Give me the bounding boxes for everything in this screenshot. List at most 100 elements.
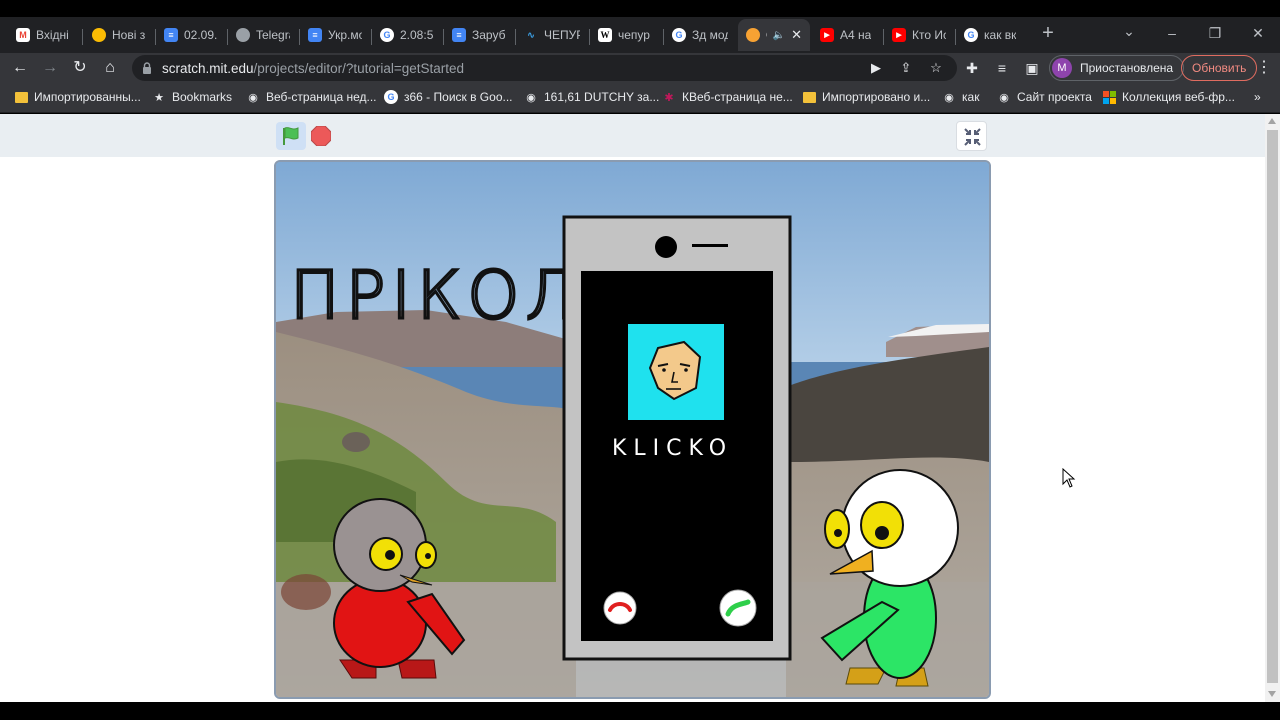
tab[interactable]: W чепур [590,21,662,49]
exit-fullscreen-button[interactable] [956,121,987,151]
tab-label: А4 на [840,28,872,42]
bookmark-item[interactable]: ★ Bookmarks [152,90,232,104]
docs-icon: ≡ [308,28,322,42]
forward-icon[interactable]: → [40,58,60,78]
bookmark-item[interactable]: ✱ КВеб-страница не... [662,90,792,104]
close-icon[interactable]: ✕ [791,27,802,43]
bookmark-label: 161,61 DUTCHY за... [544,90,660,104]
bookmark-label: Коллекция веб-фр... [1122,90,1235,104]
bookmark-item[interactable]: Коллекция веб-фр... [1102,90,1235,104]
browser-toolbar: ← → ↻ ⌂ scratch.mit.edu/projects/editor/… [0,53,1280,83]
tab-label: 2.08:55 [400,28,434,42]
address-bar[interactable]: scratch.mit.edu/projects/editor/?tutoria… [132,55,957,81]
back-icon[interactable]: ← [10,58,30,78]
globe-icon: ◉ [526,91,536,104]
bookmark-label: Импортированны... [34,90,141,104]
profile-button[interactable]: M Приостановлена [1049,55,1185,81]
tab[interactable]: G Зд мод [664,21,736,49]
bookmark-label: Bookmarks [172,90,233,104]
lock-icon[interactable] [142,62,152,74]
tab-label: Вхідні [36,28,69,42]
bookmark-item[interactable]: ◉ Сайт проекта [997,90,1092,104]
google-icon: G [964,28,978,42]
url-host: scratch.mit.edu [162,60,254,76]
menu-icon[interactable]: ⋮ [1254,58,1274,78]
tab-label: Telegra [256,28,290,42]
green-flag-icon [283,127,299,145]
mouse-cursor-icon [1062,468,1076,488]
profile-label: Приостановлена [1080,61,1174,75]
decline-call-button[interactable] [603,591,637,625]
scroll-up-icon[interactable] [1268,118,1276,124]
reload-icon[interactable]: ↻ [70,58,90,78]
tab-label: ЧЕПУР [544,28,580,42]
tab[interactable]: Telegra [228,21,298,49]
tab[interactable]: ≡ 02.09.2 [156,21,226,49]
tab[interactable]: ∿ ЧЕПУР [516,21,588,49]
tab-search-icon[interactable]: ⌄ [1119,23,1139,40]
tab[interactable]: ≡ Укр.мо [300,21,370,49]
tab-label: Зд мод [692,28,728,42]
bookmark-item[interactable]: ◉ 161,61 DUTCHY за... [524,90,659,104]
stop-button[interactable] [310,125,332,147]
tab-label: 02.09.2 [184,28,218,42]
gmail-icon: M [16,28,30,42]
vertical-scrollbar[interactable] [1265,114,1280,702]
side-panel-icon[interactable]: ▣ [1022,58,1042,78]
bulb-icon [92,28,106,42]
folder-icon [14,90,28,104]
new-tab-button[interactable]: + [1038,22,1058,45]
bookmark-item[interactable]: Импортировано и... [802,90,930,104]
accept-call-button[interactable] [719,589,757,627]
tab[interactable]: ≡ Заруб [444,21,514,49]
camera-icon[interactable]: ▶ [866,58,886,78]
spider-icon: ✱ [664,91,674,104]
bookmark-star-icon[interactable]: ☆ [926,58,946,78]
tab[interactable]: M Вхідні [8,21,78,49]
minimize-button[interactable]: – [1162,25,1182,41]
bookmark-item[interactable]: ◉ Веб-страница нед... [246,90,376,104]
bookmark-item[interactable]: Импортированны... [14,90,141,104]
tab-label: Нові з [112,28,146,42]
star-icon: ★ [154,91,164,104]
tab-active[interactable]: С 🔈 ✕ [738,19,810,51]
update-button[interactable]: Обновить [1181,55,1258,81]
avatar: M [1052,58,1072,78]
tab[interactable]: G 2.08:55 [372,21,442,49]
green-flag-button[interactable] [276,122,306,150]
tab[interactable]: ▶ Кто Ис [884,21,954,49]
stage-canvas[interactable]: ПРІКОЛИ KLICKO [276,162,989,697]
youtube-icon: ▶ [820,28,834,42]
more-bookmarks-icon[interactable]: » [1254,90,1261,104]
home-icon[interactable]: ⌂ [100,58,120,78]
docs-icon: ≡ [164,28,178,42]
bookmark-item[interactable]: ◉ как [942,90,979,104]
chart-icon: ∿ [527,29,535,40]
close-window-button[interactable]: ✕ [1248,25,1268,42]
bookmark-label: Сайт проекта [1017,90,1092,104]
scroll-down-icon[interactable] [1268,691,1276,697]
speaker-icon[interactable]: 🔈 [773,30,785,41]
project-stage[interactable]: ПРІКОЛИ KLICKO [274,160,991,699]
tab[interactable]: ▶ А4 на [812,21,882,49]
share-icon[interactable]: ⇪ [896,58,916,78]
tab-separator [82,29,83,45]
extensions-icon[interactable]: ✚ [962,58,982,78]
reading-list-icon[interactable]: ≡ [992,58,1012,78]
tab-label: чепур [618,28,650,42]
globe-icon: ◉ [944,91,954,104]
url-path: /projects/editor/?tutorial=getStarted [253,60,465,76]
bookmark-label: з66 - Поиск в Goo... [404,90,513,104]
tab[interactable]: Нові з [84,21,154,49]
restore-button[interactable]: ❐ [1205,25,1225,42]
bottom-strip [0,702,1280,720]
bookmarks-bar: Импортированны... ★ Bookmarks ◉ Веб-страни… [0,83,1280,113]
globe-icon: ◉ [999,91,1009,104]
phone-sprite[interactable]: KLICKO [562,215,792,661]
scroll-thumb[interactable] [1267,130,1278,683]
scratch-page: ПРІКОЛИ KLICKO [0,114,1265,702]
google-icon: G [380,28,394,42]
bookmark-item[interactable]: Gз66 - Поиск в Goo... [384,90,513,104]
globe-icon [236,28,250,42]
tab[interactable]: G как вк [956,21,1028,49]
